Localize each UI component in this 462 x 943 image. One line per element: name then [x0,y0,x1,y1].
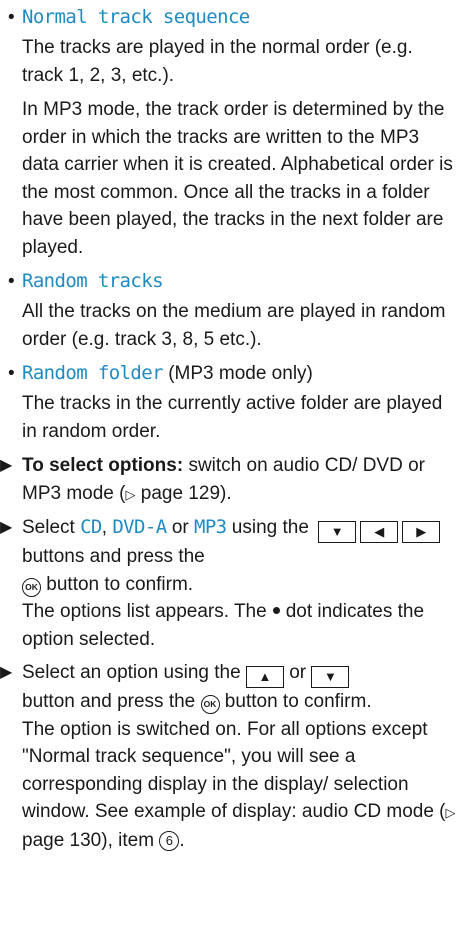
paragraph: The tracks are played in the normal orde… [22,37,413,86]
page-ref-arrow-icon: ▷ [445,805,456,820]
bullet-icon: • [8,363,15,384]
manual-page: • Normal track sequence The tracks are p… [0,0,462,943]
option-description: The tracks are played in the normal orde… [22,34,458,261]
down-key-icon: ▼ [318,521,357,543]
ok-button-icon: OK [22,577,41,597]
page-ref-arrow-icon: ▷ [125,486,136,502]
step-text: button and press the [22,691,196,712]
option-random-folder: • Random folder (MP3 mode only) [0,360,462,388]
ok-button-icon: OK [200,695,220,714]
step-heading: To select options: [22,455,184,476]
option-random-tracks: • Random tracks [0,268,462,296]
option-name: Normal track sequence [22,6,250,28]
down-key-icon: ▼ [311,666,350,688]
separator: , [101,517,113,538]
step-text: button to confirm. [219,691,372,712]
option-note: (MP3 mode only) [162,363,313,384]
paragraph: All the tracks on the medium are played … [22,301,446,350]
paragraph: The tracks in the currently active folde… [22,393,443,442]
step-text-end: ). [220,482,232,504]
option-normal-track-sequence: • Normal track sequence [0,4,462,32]
left-key-icon: ◀ [360,521,399,543]
step-text: button to confirm. [41,573,194,595]
bullet-icon: • [8,7,15,28]
mode-mp3-label: MP3 [194,516,227,538]
option-name: Random folder [22,362,164,384]
instruction-step: ▶ To select options: switch on audio CD/… [0,452,458,508]
dot-icon [272,607,280,614]
step-text: Select an option using the [22,662,241,683]
mode-cd-label: CD [80,516,102,538]
result-text: The options list appears. The [22,601,267,622]
right-key-icon: ▶ [402,521,441,543]
option-name: Random tracks [22,270,164,292]
up-key-icon: ▲ [245,666,284,688]
separator: or [283,662,312,683]
result-text: ), item [101,829,155,851]
item-number-badge: 6 [159,830,180,851]
option-description: The tracks in the currently active folde… [22,390,458,445]
step-text: Select [22,517,81,538]
step-text: using the [226,517,309,538]
instruction-step: ▶ Select CD, DVD-A or MP3 using the ▼ ◀ ▶ … [0,514,458,653]
step-arrow-icon: ▶ [0,457,13,474]
option-description: All the tracks on the medium are played … [22,298,458,353]
step-text: buttons and press the [22,546,205,567]
paragraph: In MP3 mode, the track order is determin… [22,99,453,258]
instruction-step: ▶ Select an option using the ▲ or ▼ butt… [0,659,458,854]
result-text: The option is switched on. For all optio… [22,718,446,823]
result-text-end: . [179,829,185,851]
step-arrow-icon: ▶ [0,519,13,536]
page-reference: page 130 [22,829,102,851]
mode-dvda-label: DVD-A [112,516,167,538]
separator: or [166,517,194,538]
bullet-icon: • [8,271,15,292]
step-arrow-icon: ▶ [0,664,13,681]
page-reference: page 129 [140,482,221,504]
